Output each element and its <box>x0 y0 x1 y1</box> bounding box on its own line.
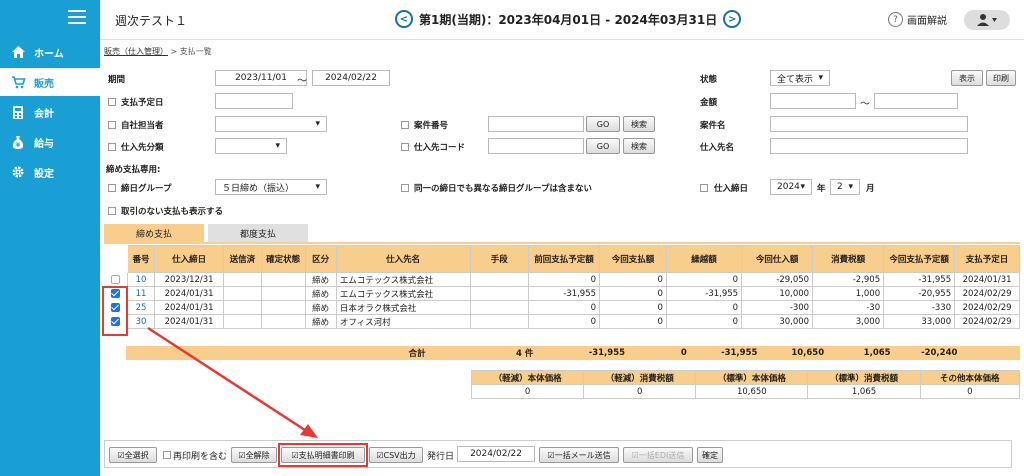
annotation-arrow-icon <box>147 326 318 438</box>
